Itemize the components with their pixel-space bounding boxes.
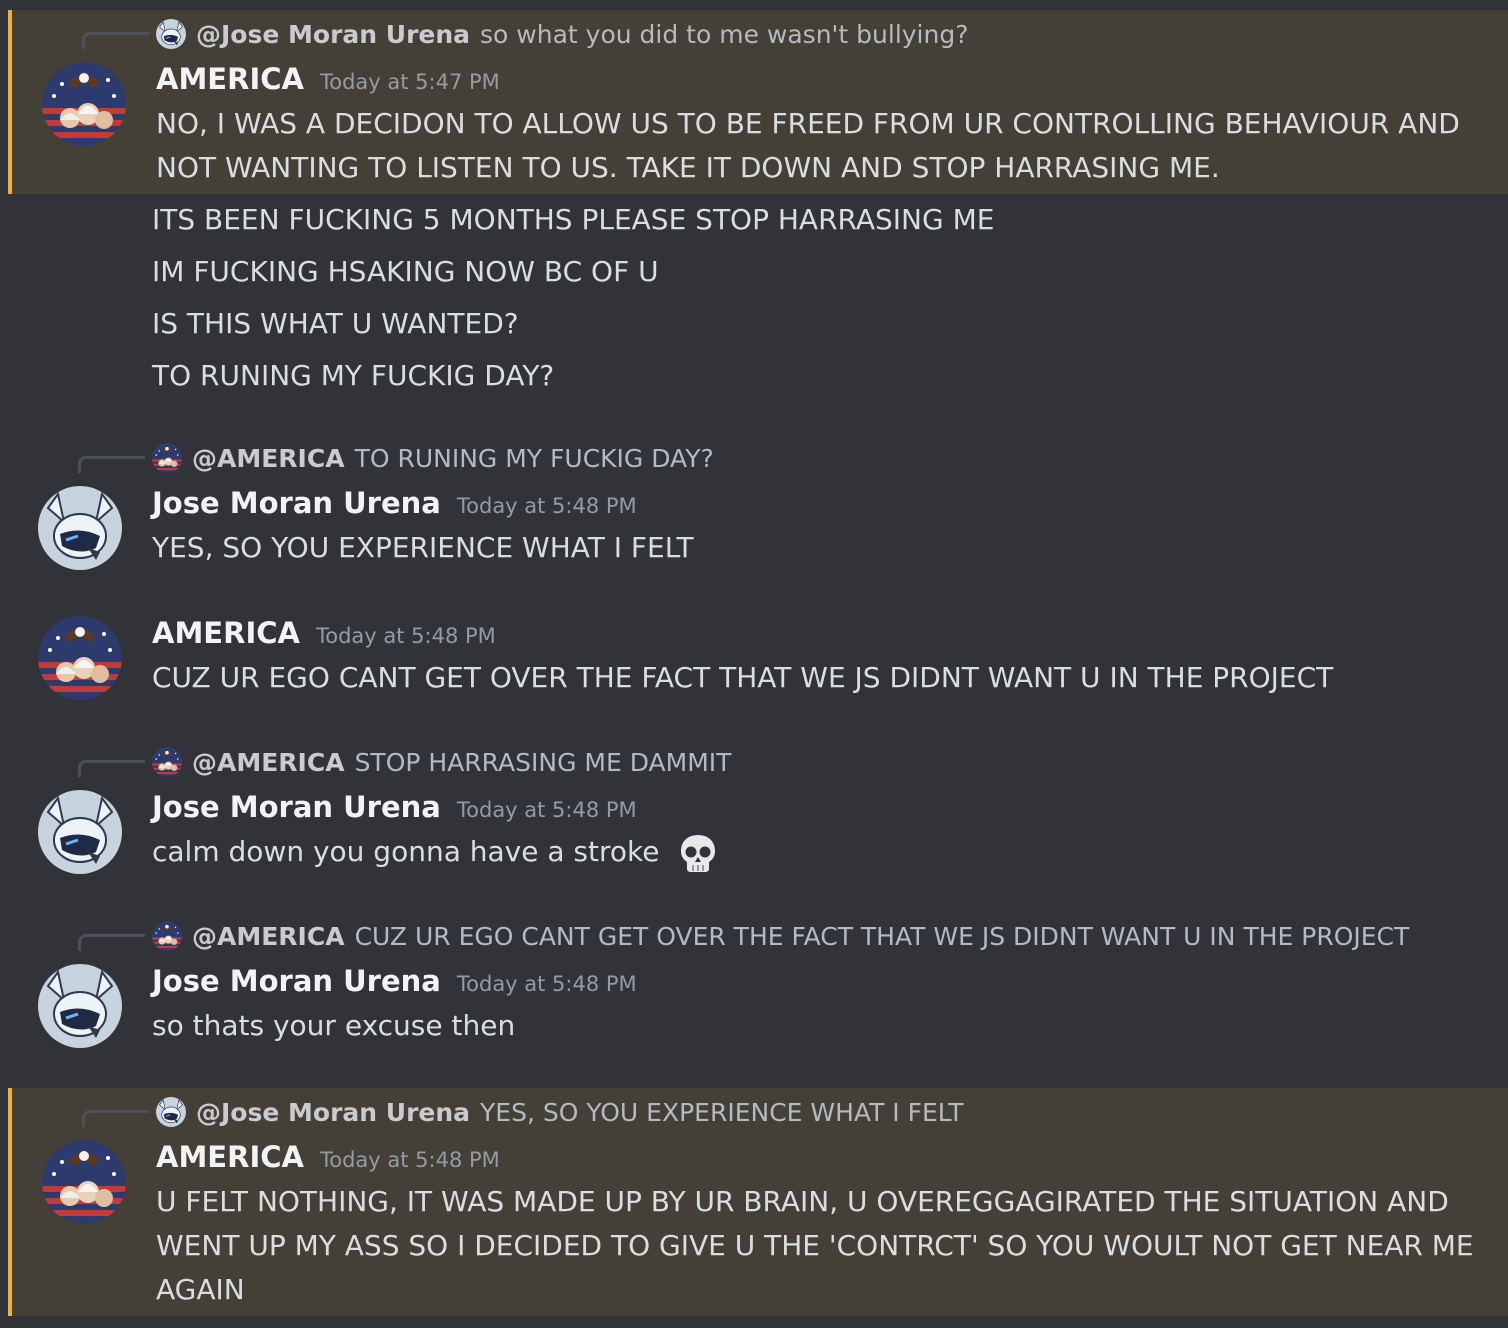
jose-avatar[interactable] (38, 790, 122, 874)
reply-text: STOP HARRASING ME DAMMIT (354, 747, 732, 777)
timestamp: Today at 5:48 PM (456, 972, 637, 996)
message-text: NO, I WAS A DECIDON TO ALLOW US TO BE FR… (156, 107, 1460, 140)
message-header: AMERICA Today at 5:47 PM (156, 62, 500, 96)
jose-avatar[interactable] (38, 964, 122, 1048)
reply-connector (78, 760, 145, 777)
chat-messages: @Jose Moran Urena so what you did to me … (8, 10, 1508, 1318)
timestamp: Today at 5:48 PM (319, 1148, 500, 1172)
author-name[interactable]: Jose Moran Urena (152, 964, 441, 998)
message[interactable]: @AMERICA STOP HARRASING ME DAMMIT Jose M… (8, 744, 1508, 884)
jose-avatar[interactable] (38, 486, 122, 570)
message-header: Jose Moran Urena Today at 5:48 PM (152, 964, 637, 998)
message-text-row: calm down you gonna have a stroke (152, 830, 720, 875)
reply-connector (82, 1110, 149, 1127)
jose-avatar-mini (156, 1097, 186, 1127)
message-text: AGAIN (156, 1273, 245, 1306)
reply-mention[interactable]: @Jose Moran Urena (196, 20, 470, 49)
message[interactable]: @AMERICA CUZ UR EGO CANT GET OVER THE FA… (8, 918, 1508, 1058)
america-avatar[interactable] (38, 616, 122, 700)
message-text: WENT UP MY ASS SO I DECIDED TO GIVE U TH… (156, 1229, 1474, 1262)
timestamp: Today at 5:48 PM (456, 494, 637, 518)
message-text: calm down you gonna have a stroke (152, 835, 660, 868)
timestamp: Today at 5:48 PM (456, 798, 637, 822)
reply-text: TO RUNING MY FUCKIG DAY? (354, 443, 714, 473)
message-header: Jose Moran Urena Today at 5:48 PM (152, 486, 637, 520)
message-text: CUZ UR EGO CANT GET OVER THE FACT THAT W… (152, 661, 1334, 694)
america-avatar[interactable] (42, 62, 126, 146)
reply-preview[interactable]: @AMERICA STOP HARRASING ME DAMMIT (152, 744, 731, 780)
message-header: AMERICA Today at 5:48 PM (156, 1140, 500, 1174)
author-name[interactable]: AMERICA (156, 1140, 304, 1174)
reply-preview[interactable]: @AMERICA CUZ UR EGO CANT GET OVER THE FA… (152, 918, 1409, 954)
message-highlighted[interactable]: @Jose Moran Urena YES, SO YOU EXPERIENCE… (8, 1088, 1508, 1316)
reply-mention[interactable]: @AMERICA (192, 748, 345, 777)
message-text: so thats your excuse then (152, 1009, 516, 1042)
author-name[interactable]: Jose Moran Urena (152, 790, 441, 824)
message-text: U FELT NOTHING, IT WAS MADE UP BY UR BRA… (156, 1185, 1449, 1218)
author-name[interactable]: AMERICA (152, 616, 300, 650)
reply-connector (82, 32, 149, 49)
reply-mention[interactable]: @Jose Moran Urena (196, 1098, 470, 1127)
message-text: NOT WANTING TO LISTEN TO US. TAKE IT DOW… (156, 151, 1220, 184)
reply-mention[interactable]: @AMERICA (192, 444, 345, 473)
message-text: IS THIS WHAT U WANTED? (152, 307, 519, 340)
america-avatar-mini (152, 921, 182, 951)
jose-avatar-mini (156, 19, 186, 49)
reply-preview[interactable]: @Jose Moran Urena so what you did to me … (156, 16, 968, 52)
reply-connector (78, 934, 145, 951)
reply-mention[interactable]: @AMERICA (192, 922, 345, 951)
message-highlighted[interactable]: @Jose Moran Urena so what you did to me … (8, 10, 1508, 194)
message-text: TO RUNING MY FUCKIG DAY? (152, 359, 555, 392)
reply-text: CUZ UR EGO CANT GET OVER THE FACT THAT W… (354, 921, 1410, 951)
message-header: AMERICA Today at 5:48 PM (152, 616, 496, 650)
reply-preview[interactable]: @Jose Moran Urena YES, SO YOU EXPERIENCE… (156, 1094, 964, 1130)
reply-preview[interactable]: @AMERICA TO RUNING MY FUCKIG DAY? (152, 440, 714, 476)
message-text: IM FUCKING HSAKING NOW BC OF U (152, 255, 659, 288)
america-avatar[interactable] (42, 1140, 126, 1224)
timestamp: Today at 5:48 PM (315, 624, 496, 648)
america-avatar-mini (152, 747, 182, 777)
reply-text: so what you did to me wasn't bullying? (480, 19, 969, 49)
message-header: Jose Moran Urena Today at 5:48 PM (152, 790, 637, 824)
reply-text: YES, SO YOU EXPERIENCE WHAT I FELT (480, 1097, 964, 1127)
author-name[interactable]: Jose Moran Urena (152, 486, 441, 520)
message-continuation[interactable]: ITS BEEN FUCKING 5 MONTHS PLEASE STOP HA… (8, 194, 1508, 414)
message[interactable]: AMERICA Today at 5:48 PM CUZ UR EGO CANT… (8, 610, 1508, 710)
author-name[interactable]: AMERICA (156, 62, 304, 96)
reply-connector (78, 456, 145, 473)
skull-icon (681, 835, 716, 872)
message-text: YES, SO YOU EXPERIENCE WHAT I FELT (152, 531, 694, 564)
america-avatar-mini (152, 443, 182, 473)
message-text: ITS BEEN FUCKING 5 MONTHS PLEASE STOP HA… (152, 203, 995, 236)
message[interactable]: @AMERICA TO RUNING MY FUCKIG DAY? Jose M… (8, 440, 1508, 580)
timestamp: Today at 5:47 PM (319, 70, 500, 94)
